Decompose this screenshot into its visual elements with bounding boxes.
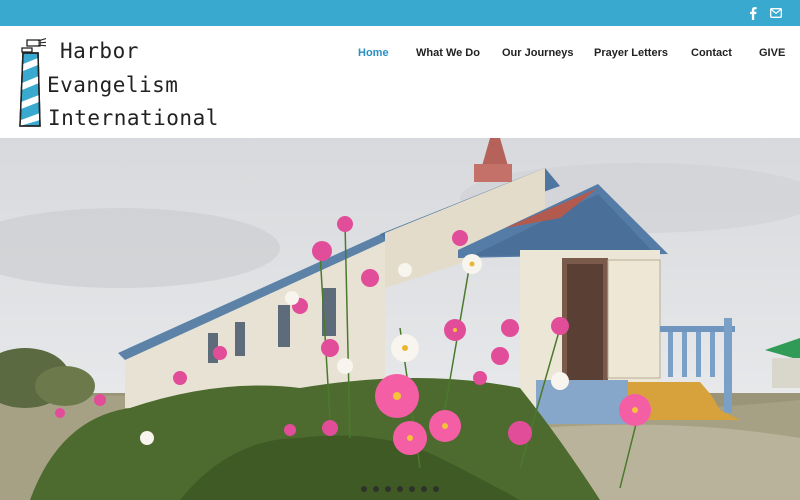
top-bar (0, 0, 800, 26)
main-nav: Home What We Do Our Journeys Prayer Lett… (0, 26, 800, 84)
hero-image (0, 138, 800, 500)
nav-home[interactable]: Home (358, 47, 389, 59)
nav-prayer-letters[interactable]: Prayer Letters (594, 47, 668, 59)
slider-dot[interactable] (385, 486, 391, 492)
slider-dot[interactable] (373, 486, 379, 492)
mail-icon[interactable] (766, 0, 786, 26)
facebook-icon[interactable] (744, 0, 762, 26)
slider-dot[interactable] (421, 486, 427, 492)
hero-slider[interactable] (0, 138, 800, 500)
slider-dot[interactable] (433, 486, 439, 492)
logo-text-line-3: International (48, 106, 219, 130)
nav-our-journeys[interactable]: Our Journeys (502, 47, 574, 59)
nav-contact[interactable]: Contact (691, 47, 732, 59)
nav-give[interactable]: GIVE (759, 47, 785, 59)
slider-dot[interactable] (361, 486, 367, 492)
slider-dot[interactable] (397, 486, 403, 492)
nav-what-we-do[interactable]: What We Do (416, 47, 480, 59)
slider-dot[interactable] (409, 486, 415, 492)
slider-pagination (0, 486, 800, 496)
site-header: Harbor Evangelism International Home Wha… (0, 26, 800, 138)
